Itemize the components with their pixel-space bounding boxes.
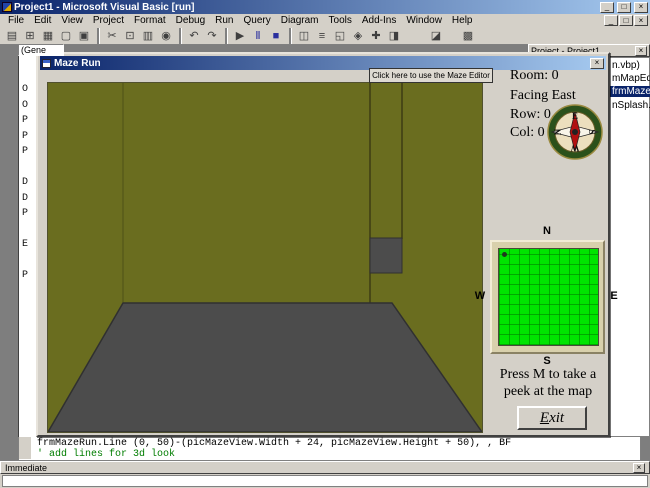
compass-letter-top: E bbox=[572, 111, 578, 121]
paste-button[interactable]: ▥ bbox=[139, 27, 157, 44]
menubar: File Edit View Project Format Debug Run … bbox=[0, 14, 650, 27]
maze-editor-button[interactable]: Click here to use the Maze Editor bbox=[369, 68, 493, 83]
object-combo[interactable]: (Gene bbox=[18, 44, 64, 56]
menu-file[interactable]: File bbox=[3, 14, 29, 27]
project-tree-item[interactable]: nSplash.frm bbox=[612, 100, 650, 111]
immediate-close-button[interactable]: × bbox=[633, 462, 645, 473]
form-layout-button[interactable]: ◱ bbox=[331, 27, 349, 44]
menu-query[interactable]: Query bbox=[238, 14, 275, 27]
code-window-bottom[interactable]: frmMazeRun.Line (0, 50)-(picMazeView.Wid… bbox=[18, 437, 641, 461]
toolbar-separator bbox=[225, 27, 227, 44]
window-title: Project1 - Microsoft Visual Basic [run] bbox=[14, 1, 195, 13]
exit-accelerator: E bbox=[539, 409, 550, 426]
toolbar-separator bbox=[97, 27, 99, 44]
map-hint-line2: peek at the map bbox=[503, 384, 593, 399]
menu-view[interactable]: View bbox=[56, 14, 88, 27]
compass-hub bbox=[572, 129, 578, 135]
component-button[interactable]: ◪ bbox=[427, 27, 445, 44]
project-tree-item[interactable]: mMapEdit bbox=[612, 73, 650, 84]
mdi-minimize-button[interactable]: _ bbox=[604, 15, 618, 26]
compass-letter-bottom: W bbox=[571, 143, 580, 153]
toolbar-separator bbox=[289, 27, 291, 44]
immediate-body[interactable] bbox=[2, 475, 648, 487]
cut-button[interactable]: ✂ bbox=[103, 27, 121, 44]
code-comment-line: ' add lines for 3d look bbox=[37, 449, 176, 460]
open-project-button[interactable]: ▢ bbox=[57, 27, 75, 44]
project-panel-close-button[interactable]: × bbox=[635, 45, 647, 56]
exit-button[interactable]: Exit bbox=[517, 406, 587, 430]
corridor-opening bbox=[369, 237, 403, 274]
screen: { "colors": { "titlebar_start": "#0a246a… bbox=[0, 0, 650, 488]
menu-debug[interactable]: Debug bbox=[171, 14, 210, 27]
maze-close-button[interactable]: × bbox=[590, 57, 604, 69]
row-label: Row: 0 bbox=[510, 107, 551, 122]
menu-edit[interactable]: Edit bbox=[29, 14, 56, 27]
mini-map-grid bbox=[498, 248, 599, 346]
find-button[interactable]: ◉ bbox=[157, 27, 175, 44]
toolbox-button[interactable]: ✚ bbox=[367, 27, 385, 44]
end-button[interactable]: ■ bbox=[267, 27, 285, 44]
menu-diagram[interactable]: Diagram bbox=[276, 14, 324, 27]
compass-letter-right: S bbox=[587, 129, 597, 134]
add-form-button[interactable]: ⊞ bbox=[21, 27, 39, 44]
map-hint: Press M to take a peek at the map bbox=[482, 366, 614, 400]
exit-label-rest: xit bbox=[549, 409, 565, 426]
maze-3d-view bbox=[47, 82, 483, 433]
compass-letter-left: N bbox=[553, 128, 563, 135]
save-project-button[interactable]: ▣ bbox=[75, 27, 93, 44]
map-hint-line1: Press M to take a bbox=[499, 367, 597, 382]
project-tree-root[interactable]: n.vbp) bbox=[612, 60, 640, 71]
maze-window-title: Maze Run bbox=[54, 57, 101, 69]
start-button[interactable]: ▶ bbox=[231, 27, 249, 44]
immediate-titlebar: Immediate × bbox=[0, 461, 650, 474]
add-project-button[interactable]: ▤ bbox=[3, 27, 21, 44]
project-tree-item-selected[interactable]: frmMazeR bbox=[610, 86, 650, 97]
data-view-button[interactable]: ◨ bbox=[385, 27, 403, 44]
table-button[interactable]: ▩ bbox=[459, 27, 477, 44]
menu-help[interactable]: Help bbox=[447, 14, 478, 27]
copy-button[interactable]: ⊡ bbox=[121, 27, 139, 44]
menu-project[interactable]: Project bbox=[88, 14, 129, 27]
code-window-left-strip: O O P P P D D P E P bbox=[18, 56, 36, 437]
close-button[interactable]: × bbox=[634, 1, 648, 13]
app-icon bbox=[2, 2, 12, 12]
menu-editor-button[interactable]: ▦ bbox=[39, 27, 57, 44]
maze-run-window: Maze Run × Click here to use the Maze Ed… bbox=[36, 52, 618, 437]
form-icon bbox=[42, 58, 51, 68]
player-marker bbox=[502, 252, 507, 257]
break-button[interactable]: Ⅱ bbox=[249, 27, 267, 44]
main-titlebar: Project1 - Microsoft Visual Basic [run] … bbox=[0, 0, 650, 14]
object-browser-button[interactable]: ◈ bbox=[349, 27, 367, 44]
immediate-body-frame bbox=[0, 474, 650, 488]
compass-rose: E S W N bbox=[547, 104, 603, 160]
maze-3d-scene bbox=[48, 83, 482, 432]
map-east-label: E bbox=[610, 290, 618, 302]
menu-window[interactable]: Window bbox=[401, 14, 447, 27]
code-margin bbox=[19, 437, 31, 459]
map-west-label: W bbox=[474, 290, 486, 302]
toolbar-separator bbox=[179, 27, 181, 44]
code-fragment-letters: O O P P P D D P E P bbox=[22, 84, 29, 281]
toolbar: ▤ ⊞ ▦ ▢ ▣ ✂ ⊡ ▥ ◉ ↶ ↷ ▶ Ⅱ ■ ◫ ≡ ◱ ◈ ✚ ◨ … bbox=[0, 27, 650, 45]
menu-addins[interactable]: Add-Ins bbox=[357, 14, 401, 27]
properties-window-button[interactable]: ≡ bbox=[313, 27, 331, 44]
menu-run[interactable]: Run bbox=[210, 14, 238, 27]
facing-label: Facing East bbox=[510, 88, 576, 103]
col-label: Col: 0 bbox=[510, 125, 545, 140]
project-explorer-button[interactable]: ◫ bbox=[295, 27, 313, 44]
maximize-button[interactable]: □ bbox=[617, 1, 631, 13]
room-label: Room: 0 bbox=[510, 68, 559, 83]
redo-button[interactable]: ↷ bbox=[203, 27, 221, 44]
menu-format[interactable]: Format bbox=[129, 14, 171, 27]
code-line: frmMazeRun.Line (0, 50)-(picMazeView.Wid… bbox=[37, 438, 512, 449]
undo-button[interactable]: ↶ bbox=[185, 27, 203, 44]
minimize-button[interactable]: _ bbox=[600, 1, 614, 13]
immediate-title: Immediate bbox=[5, 462, 48, 473]
mdi-restore-button[interactable]: □ bbox=[619, 15, 633, 26]
map-north-label: N bbox=[543, 225, 551, 237]
mini-map bbox=[490, 240, 605, 354]
compass: E S W N bbox=[547, 104, 603, 160]
menu-tools[interactable]: Tools bbox=[324, 14, 357, 27]
mdi-close-button[interactable]: × bbox=[634, 15, 648, 26]
